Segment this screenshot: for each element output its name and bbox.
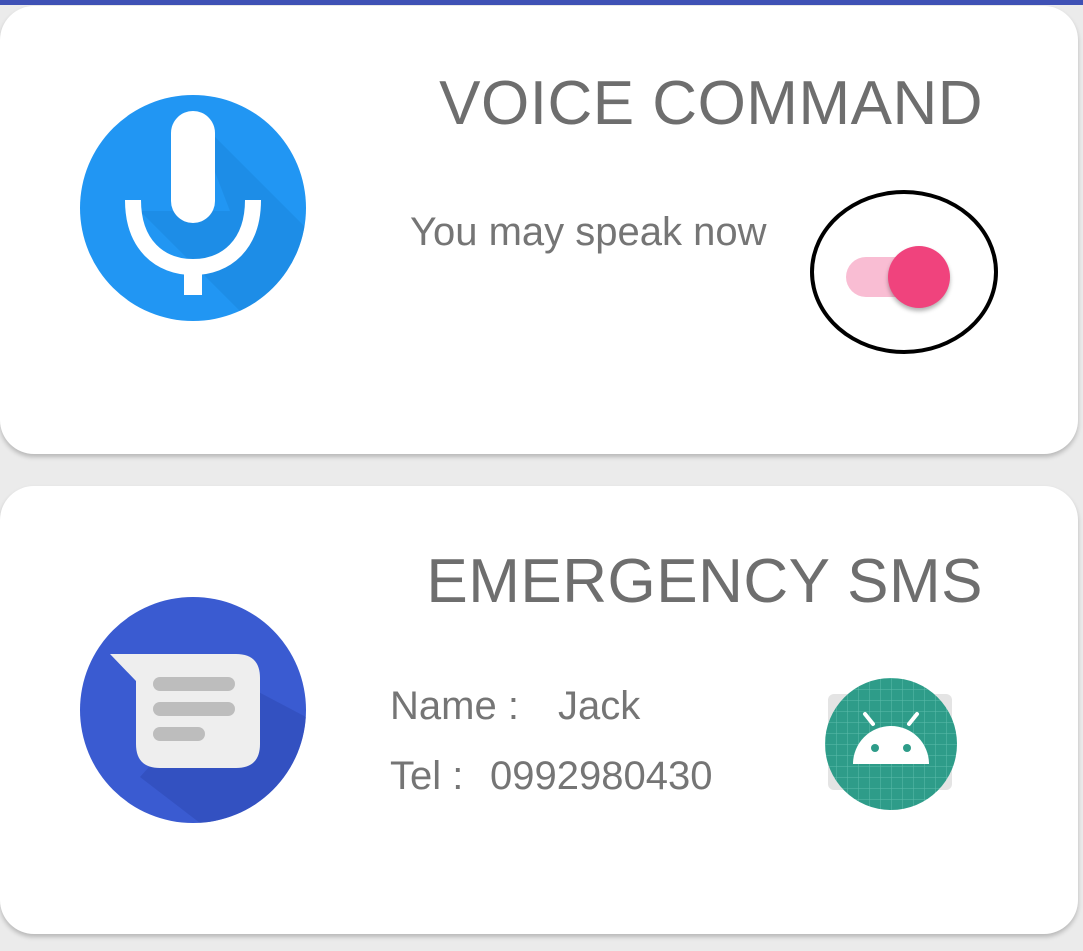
switch-thumb (888, 246, 950, 308)
voice-command-card[interactable]: VOICE COMMAND You may speak now (0, 6, 1078, 454)
voice-command-toggle[interactable] (842, 246, 954, 310)
contact-name-value: Jack (558, 684, 641, 728)
microphone-icon[interactable] (80, 95, 306, 321)
contact-tel-value: 0992980430 (490, 754, 713, 798)
messages-icon[interactable] (80, 597, 306, 823)
card-title: VOICE COMMAND (439, 69, 983, 138)
contact-name-label: Name : (390, 684, 519, 728)
contact-tel-label: Tel : (390, 754, 464, 798)
android-icon[interactable] (825, 678, 957, 810)
app-top-bar (0, 0, 1083, 5)
card-title: EMERGENCY SMS (426, 547, 983, 616)
voice-status-text: You may speak now (410, 210, 767, 254)
